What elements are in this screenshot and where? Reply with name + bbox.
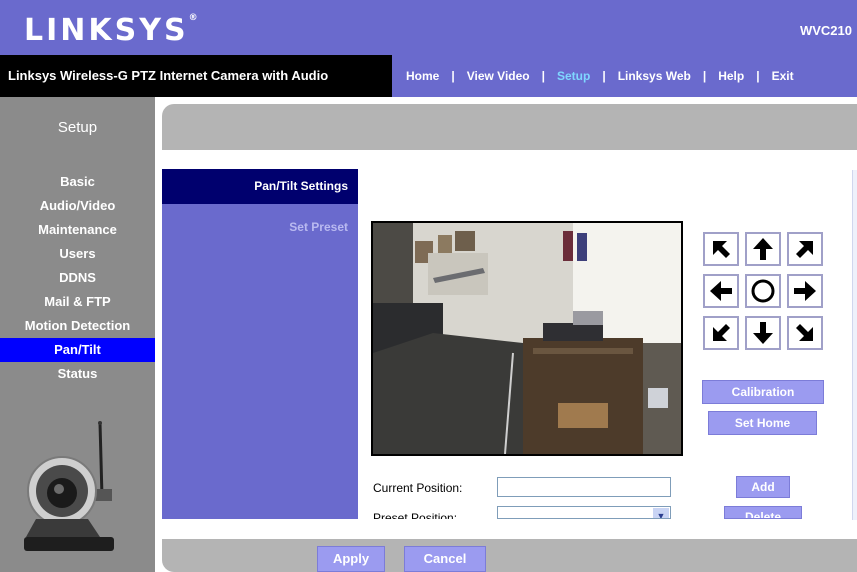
product-title: Linksys Wireless-G PTZ Internet Camera w… [8, 68, 329, 83]
menu-item-audio-video[interactable]: Audio/Video [0, 194, 155, 218]
menu-item-status[interactable]: Status [0, 362, 155, 386]
sub-menu: Pan/Tilt Settings Set Preset [162, 169, 358, 519]
left-menu-title: Setup [57, 119, 98, 136]
nav-exit[interactable]: Exit [772, 69, 794, 83]
current-position-label: Current Position: [373, 481, 463, 495]
arrow-up-icon [753, 238, 773, 260]
menu-item-pan-tilt[interactable]: Pan/Tilt [0, 338, 155, 362]
menu-item-maintenance[interactable]: Maintenance [0, 218, 155, 242]
top-header: LINKSYS® WVC210 [0, 0, 857, 55]
submenu-set-preset[interactable]: Set Preset [162, 220, 358, 234]
pan-up-left-button[interactable] [703, 232, 739, 266]
content-header-bar [162, 104, 857, 150]
cancel-button[interactable]: Cancel [404, 546, 486, 572]
camera-feed-image [373, 223, 681, 454]
menu-item-motion-detection[interactable]: Motion Detection [0, 314, 155, 338]
arrow-down-right-icon [796, 324, 813, 341]
dropdown-arrow-icon: ▼ [653, 508, 669, 518]
pan-down-left-button[interactable] [703, 316, 739, 350]
delete-preset-button[interactable]: Delete [724, 506, 802, 519]
video-preview [371, 221, 683, 456]
pan-right-button[interactable] [787, 274, 823, 308]
footer-bar: Apply Cancel [162, 539, 857, 572]
add-preset-button[interactable]: Add [736, 476, 790, 498]
arrow-down-left-icon [713, 324, 730, 341]
pan-up-right-button[interactable] [787, 232, 823, 266]
top-nav: Home | View Video | Setup | Linksys Web … [392, 55, 857, 97]
nav-separator: | [602, 69, 606, 83]
arrow-down-icon [753, 322, 773, 344]
nav-home[interactable]: Home [406, 69, 439, 83]
tilt-up-button[interactable] [745, 232, 781, 266]
pan-down-right-button[interactable] [787, 316, 823, 350]
nav-setup[interactable]: Setup [557, 69, 590, 83]
left-menu-items: Basic Audio/Video Maintenance Users DDNS… [0, 170, 155, 386]
preset-position-label: Preset Position: [373, 511, 458, 519]
circle-icon [751, 279, 775, 303]
nav-separator: | [451, 69, 455, 83]
preset-position-select[interactable]: ▼ [497, 506, 671, 519]
center-home-button[interactable] [745, 274, 781, 308]
menu-item-mail-ftp[interactable]: Mail & FTP [0, 290, 155, 314]
current-position-input[interactable] [497, 477, 671, 497]
nav-help[interactable]: Help [718, 69, 744, 83]
arrow-up-right-icon [796, 241, 813, 258]
set-home-button[interactable]: Set Home [708, 411, 817, 435]
menu-item-basic[interactable]: Basic [0, 170, 155, 194]
arrow-right-icon [794, 281, 816, 301]
nav-linksys-web[interactable]: Linksys Web [618, 69, 691, 83]
camera-product-image [24, 421, 114, 551]
left-menu: Setup Basic Audio/Video Maintenance User… [0, 97, 155, 572]
nav-separator: | [756, 69, 760, 83]
linksys-logo: LINKSYS® [24, 13, 198, 48]
submenu-pan-tilt-settings[interactable]: Pan/Tilt Settings [162, 169, 358, 204]
tilt-down-button[interactable] [745, 316, 781, 350]
arrow-left-icon [710, 281, 732, 301]
nav-separator: | [541, 69, 545, 83]
calibration-button[interactable]: Calibration [702, 380, 824, 404]
menu-item-ddns[interactable]: DDNS [0, 266, 155, 290]
model-name: WVC210 [799, 23, 852, 38]
content-scrollbar[interactable] [852, 170, 857, 520]
nav-bar: Linksys Wireless-G PTZ Internet Camera w… [0, 55, 857, 97]
nav-view-video[interactable]: View Video [467, 69, 530, 83]
arrow-up-left-icon [713, 241, 730, 258]
menu-item-users[interactable]: Users [0, 242, 155, 266]
apply-button[interactable]: Apply [317, 546, 385, 572]
layout-gap [155, 97, 162, 572]
pan-left-button[interactable] [703, 274, 739, 308]
nav-separator: | [702, 69, 707, 83]
